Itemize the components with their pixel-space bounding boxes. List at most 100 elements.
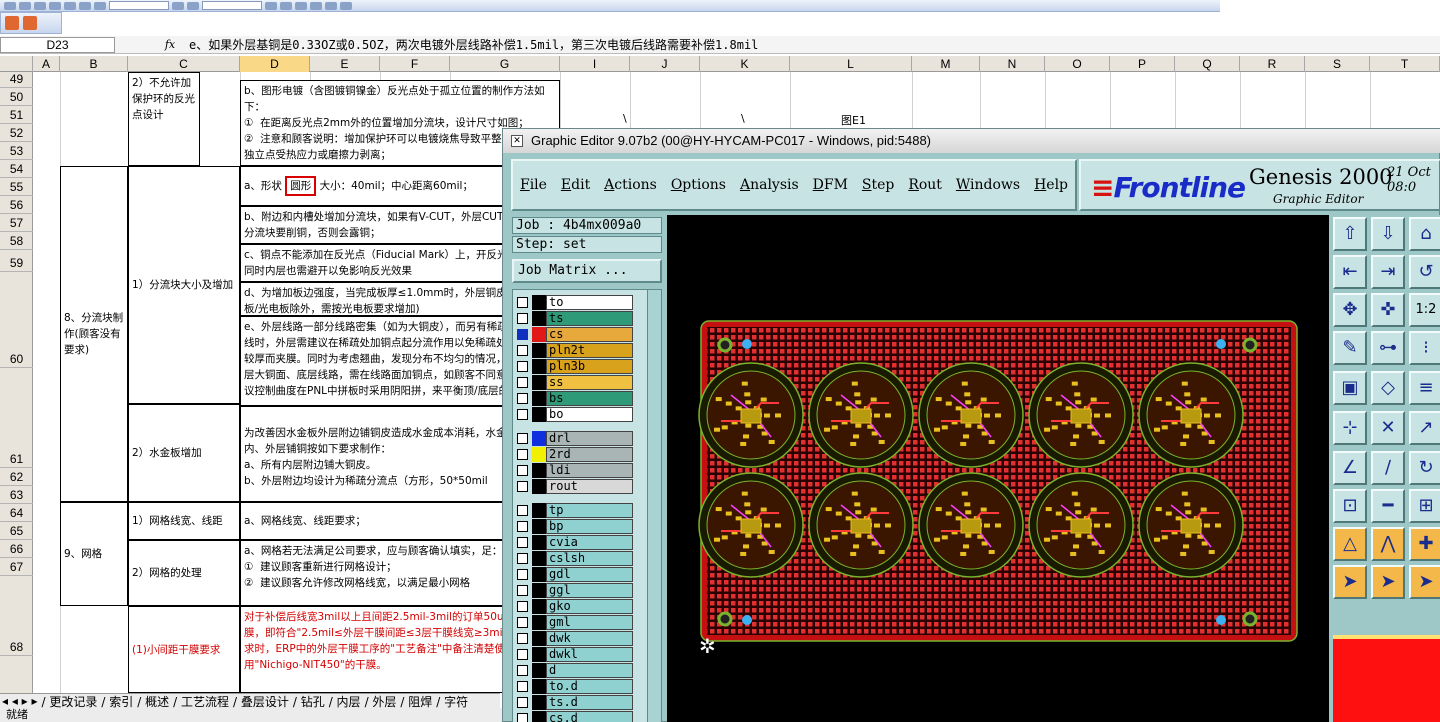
layer-checkbox[interactable] [517, 297, 528, 308]
cell-i51[interactable]: \ [623, 112, 627, 125]
layer-name[interactable]: drl [546, 431, 633, 446]
layer-checkbox[interactable] [517, 361, 528, 372]
layer-checkbox[interactable] [517, 505, 528, 516]
layer-row[interactable]: cvia [517, 535, 633, 550]
layer-color-swatch[interactable] [532, 615, 546, 630]
layer-checkbox[interactable] [517, 697, 528, 708]
column-header[interactable]: K [700, 56, 790, 72]
layer-checkbox[interactable] [517, 665, 528, 676]
layer-name[interactable]: tp [546, 503, 633, 518]
layer-row[interactable]: cslsh [517, 551, 633, 566]
column-header[interactable]: R [1240, 56, 1305, 72]
row-header[interactable]: 67 [0, 558, 33, 576]
cell-b65[interactable]: 9、网格 [60, 502, 128, 606]
column-header[interactable]: T [1370, 56, 1440, 72]
layer-checkbox[interactable] [517, 681, 528, 692]
layer-name[interactable]: bo [546, 407, 633, 422]
layer-row[interactable]: rout [517, 479, 633, 494]
cell-c49[interactable]: 2）不允许加保护环的反光点设计 [128, 72, 200, 166]
layer-checkbox[interactable] [517, 329, 528, 340]
layer-name[interactable]: pln2t [546, 343, 633, 358]
sheet-tab[interactable]: / 字符 [434, 694, 470, 709]
name-box[interactable]: D23 [0, 36, 115, 53]
column-header[interactable]: D [240, 56, 310, 72]
tool-button[interactable]: ⊡ [1333, 489, 1367, 523]
layer-name[interactable]: cslsh [546, 551, 633, 566]
layer-color-swatch[interactable] [532, 463, 546, 478]
layer-name[interactable]: d [546, 663, 633, 678]
layer-name[interactable]: ts.d [546, 695, 633, 710]
tool-button[interactable]: ∕ [1371, 451, 1405, 485]
sheet-tab[interactable]: / 叠层设计 [231, 694, 291, 709]
column-header[interactable]: C [128, 56, 240, 72]
menu-help[interactable]: Help [1030, 177, 1072, 193]
column-header[interactable]: F [380, 56, 450, 72]
cell-c66[interactable]: 2）网格的处理 [128, 540, 240, 606]
layer-name[interactable]: ggl [546, 583, 633, 598]
layer-row[interactable]: tp [517, 503, 633, 518]
layer-checkbox[interactable] [517, 617, 528, 628]
row-header[interactable]: 57 [0, 214, 33, 232]
layer-color-swatch[interactable] [532, 447, 546, 462]
formula-input[interactable]: e、如果外层基铜是0.33OZ或0.5OZ，两次电镀外层线路补偿1.5mil，第… [189, 36, 758, 53]
tool-icon[interactable] [23, 16, 37, 30]
layer-row[interactable]: gml [517, 615, 633, 630]
layer-name[interactable]: cvia [546, 535, 633, 550]
layer-checkbox[interactable] [517, 569, 528, 580]
tool-button[interactable]: ➤ [1371, 565, 1405, 599]
layer-color-swatch[interactable] [532, 663, 546, 678]
layer-row[interactable]: pln2t [517, 343, 633, 358]
tab-nav-arrows[interactable]: ◂ ◂ ▸ ▸ [0, 694, 40, 708]
tool-button[interactable]: ⊹ [1333, 411, 1367, 445]
layer-row[interactable]: pln3b [517, 359, 633, 374]
layer-name[interactable]: dwkl [546, 647, 633, 662]
sheet-tab[interactable]: / 更改记录 [40, 694, 100, 709]
cell-c60[interactable]: 1）分流块大小及增加 [128, 166, 240, 404]
cell-d58[interactable]: c、铜点不能添加在反光点（Fiducial Mark）上，开反光点，同时内层也需… [240, 244, 540, 282]
tool-button[interactable]: ✚ [1409, 527, 1440, 561]
layer-name[interactable]: gml [546, 615, 633, 630]
column-header[interactable]: G [450, 56, 560, 72]
menu-edit[interactable]: Edit [557, 177, 594, 193]
layer-color-swatch[interactable] [532, 343, 546, 358]
cell-c63[interactable]: 1）网格线宽、线距 [128, 502, 240, 540]
layer-color-swatch[interactable] [532, 311, 546, 326]
layer-checkbox[interactable] [517, 377, 528, 388]
layer-row[interactable]: bp [517, 519, 633, 534]
tool-button[interactable]: ◇ [1371, 371, 1405, 405]
cell-d54[interactable]: a、形状 圆形 大小：40mil；中心距离60mil； [240, 166, 540, 206]
cell-k51[interactable]: \ [741, 112, 745, 125]
layer-name[interactable]: rout [546, 479, 633, 494]
cell-d63[interactable]: a、网格线宽、线距要求； [240, 502, 540, 540]
column-header[interactable]: J [630, 56, 700, 72]
layer-checkbox[interactable] [517, 713, 528, 722]
layer-checkbox[interactable] [517, 521, 528, 532]
layer-color-swatch[interactable] [532, 503, 546, 518]
layer-color-swatch[interactable] [532, 583, 546, 598]
tool-button[interactable]: ✕ [1371, 411, 1405, 445]
layer-color-swatch[interactable] [532, 551, 546, 566]
layer-name[interactable]: ss [546, 375, 633, 390]
layer-color-swatch[interactable] [532, 295, 546, 310]
layer-color-swatch[interactable] [532, 647, 546, 662]
row-header[interactable]: 65 [0, 522, 33, 540]
cell-c62[interactable]: 2）水金板增加 [128, 404, 240, 502]
layer-row[interactable]: ts [517, 311, 633, 326]
tool-button[interactable]: ∠ [1333, 451, 1367, 485]
menu-rout[interactable]: Rout [904, 177, 946, 193]
cell-d62[interactable]: 为改善因水金板外层附边铺铜皮造成水金成本消耗，水金板内、外层铺铜按如下要求制作：… [240, 406, 540, 502]
row-header[interactable]: 61 [0, 368, 33, 468]
layer-color-swatch[interactable] [532, 479, 546, 494]
layer-checkbox[interactable] [517, 585, 528, 596]
tool-button[interactable]: ⊞ [1409, 489, 1440, 523]
layer-name[interactable]: pln3b [546, 359, 633, 374]
cell-d61[interactable]: e、外层线路一部分线路密集（如为大铜皮），而另有稀疏的走线时，外层需建议在稀疏处… [240, 316, 540, 406]
tool-button[interactable]: ▣ [1333, 371, 1367, 405]
layer-name[interactable]: cs [546, 327, 633, 342]
sheet-tab[interactable]: / 工艺流程 [171, 694, 231, 709]
sheet-tab[interactable]: / 阻焊 [398, 694, 434, 709]
layer-color-swatch[interactable] [532, 567, 546, 582]
row-header[interactable]: 64 [0, 504, 33, 522]
row-header[interactable]: 60 [0, 272, 33, 368]
layer-color-swatch[interactable] [532, 631, 546, 646]
